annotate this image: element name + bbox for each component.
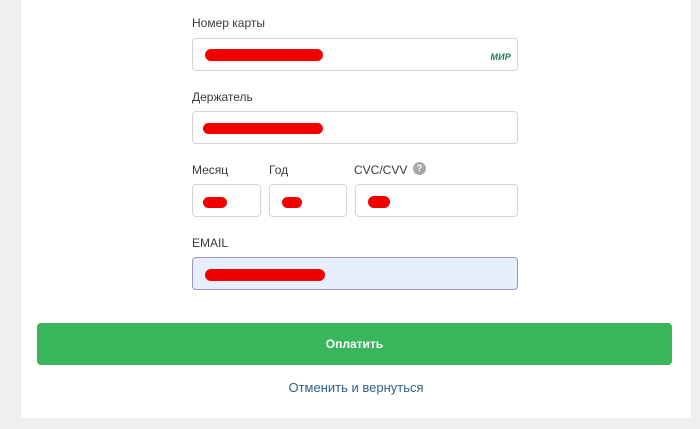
pay-button[interactable]: Оплатить xyxy=(37,323,672,365)
card-number-field[interactable]: МИР xyxy=(192,38,518,71)
redacted-holder xyxy=(203,123,323,134)
redacted-year xyxy=(282,197,302,208)
holder-label: Держатель xyxy=(192,90,253,104)
redacted-month xyxy=(203,197,227,208)
cvc-field[interactable] xyxy=(355,184,518,217)
email-label: EMAIL xyxy=(192,236,229,250)
redacted-email xyxy=(205,269,325,281)
month-field[interactable] xyxy=(192,184,261,217)
email-field[interactable] xyxy=(192,257,518,290)
card-number-label: Номер карты xyxy=(192,16,265,30)
month-label: Месяц xyxy=(192,163,229,177)
mir-logo-icon: МИР xyxy=(490,52,511,62)
year-label: Год xyxy=(269,163,289,177)
redacted-card-number xyxy=(205,49,323,61)
redacted-cvc xyxy=(368,196,390,208)
payment-card: Номер карты МИР Держатель Месяц Год CVC/… xyxy=(21,0,691,418)
cancel-and-return-link[interactable]: Отменить и вернуться xyxy=(21,380,691,395)
year-field[interactable] xyxy=(269,184,347,217)
cvc-label: CVC/CVV xyxy=(354,163,408,177)
help-icon[interactable]: ? xyxy=(413,162,426,175)
holder-field[interactable] xyxy=(192,111,518,144)
